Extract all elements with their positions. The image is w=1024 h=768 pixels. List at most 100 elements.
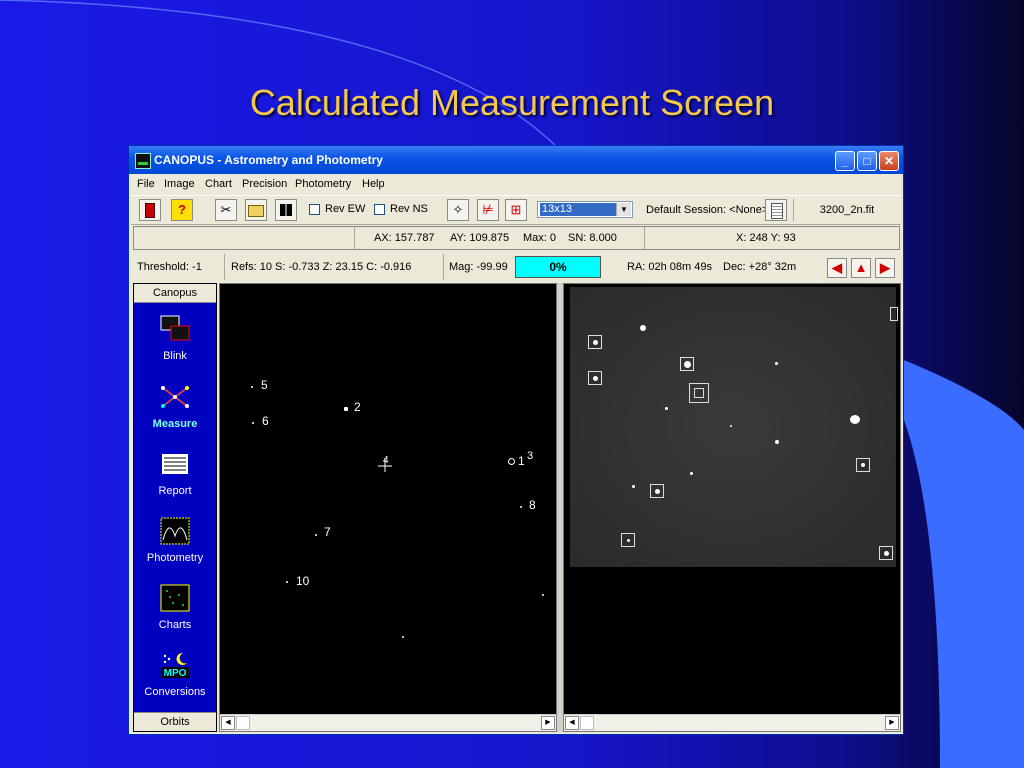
sidebar-footer[interactable]: Orbits [134,712,216,731]
ref-star-box [879,546,893,560]
measure-icon [161,386,189,408]
charts-icon [160,584,190,612]
crosshair-button[interactable]: ✧ [447,199,469,221]
star-label-4: 4 [383,455,389,466]
window-title: CANOPUS - Astrometry and Photometry [154,153,383,167]
menu-help[interactable]: Help [362,178,385,190]
star-label-1: 1 [518,454,525,468]
crosshair-icon: ✧ [452,202,464,217]
ref-star-box [588,335,602,349]
star-point [632,485,635,488]
ref-star-box [680,357,694,371]
open-button[interactable] [245,199,267,221]
rev-ns-checkbox[interactable] [374,204,385,215]
sn-value: SN: 8.000 [568,232,617,244]
sidebar-item-report[interactable]: Report [134,445,216,507]
chart-icon: ⊭ [482,202,494,217]
info-blank [134,227,355,249]
sidebar-item-charts[interactable]: Charts [134,579,216,641]
star-dot [520,506,522,508]
exit-button[interactable] [139,199,161,221]
sidebar-item-conversions[interactable]: MPO Conversions [134,646,216,708]
star-point [730,425,732,427]
measurement-info-bar: AX: 157.787 AY: 109.875 Max: 0 SN: 8.000… [133,226,900,250]
scroll-left-icon[interactable]: ◀ [221,716,235,730]
session-label: Default Session: <None> [646,204,769,216]
sidebar-item-label: Blink [163,350,187,362]
star-label-6: 6 [262,414,269,428]
exit-icon [145,203,155,218]
chart-alt-button[interactable]: ⊞ [505,199,527,221]
star-label-8: 8 [529,498,536,512]
toolbar: ? ✂ Rev EW Rev NS ✧ ⊭ ⊞ 13x13 ▼ Default … [131,195,901,225]
aperture-value: 13x13 [540,203,618,216]
session-button[interactable] [765,199,787,221]
rev-ew-checkbox[interactable] [309,204,320,215]
star-dot [402,636,404,638]
app-window: CANOPUS - Astrometry and Photometry _ □ … [128,145,904,735]
image-pane[interactable]: ◀ ▶ [563,283,901,732]
close-button[interactable]: ✕ [879,151,899,171]
chart-alt-icon: ⊞ [510,202,522,217]
star-point [775,440,779,444]
scroll-thumb[interactable] [580,716,594,730]
star-point [665,407,668,410]
sidebar-item-photometry[interactable]: Photometry [134,512,216,574]
conversions-icon: MPO [161,652,189,679]
menu-photometry[interactable]: Photometry [295,178,351,190]
menu-bar: File Image Chart Precision Photometry He… [129,174,903,194]
star-dot [344,407,348,411]
menu-chart[interactable]: Chart [205,178,232,190]
sidebar-item-label: Measure [152,418,198,430]
mpo-text: MPO [164,668,187,679]
help-button[interactable]: ? [171,199,193,221]
max-value: Max: 0 [523,232,557,244]
maximize-button[interactable]: □ [857,151,877,171]
threshold-value: Threshold: -1 [133,254,225,280]
up-arrow-button[interactable]: ▲ [851,258,871,278]
sidebar-item-blink[interactable]: Blink [134,310,216,372]
menu-image[interactable]: Image [164,178,195,190]
star-point [850,415,860,424]
aperture-select[interactable]: 13x13 ▼ [537,201,633,218]
help-icon: ? [178,202,186,217]
ref-star-box [890,307,898,321]
xy-value: X: 248 Y: 93 [736,232,796,244]
sidebar-header[interactable]: Canopus [134,284,216,303]
scroll-thumb[interactable] [236,716,250,730]
ay-value: AY: 109.875 [450,232,510,244]
progress-indicator: 0% [515,256,601,278]
right-arrow-button[interactable]: ▶ [875,258,895,278]
chart-pane[interactable]: 5 2 6 4 1 3 8 7 10 ◀ ▶ [219,283,557,732]
scroll-right-icon[interactable]: ▶ [541,716,555,730]
status-bar: Threshold: -1 Refs: 10 S: -0.733 Z: 23.1… [133,254,900,280]
sidebar-item-measure[interactable]: Measure [134,378,216,440]
scroll-right-icon[interactable]: ▶ [885,716,899,730]
tools-button[interactable]: ✂ [215,199,237,221]
star-image [570,287,898,567]
chart-hscrollbar[interactable]: ◀ ▶ [220,714,556,731]
title-bar[interactable]: CANOPUS - Astrometry and Photometry _ □ … [129,146,903,174]
star-dot [252,422,254,424]
rev-ns-label: Rev NS [390,203,428,215]
refs-value: Refs: 10 S: -0.733 Z: 23.15 C: -0.916 [231,254,444,280]
menu-precision[interactable]: Precision [242,178,287,190]
arrow-up-icon: ▲ [854,260,868,275]
star-label-5: 5 [261,378,268,392]
info-divider [644,227,646,249]
blink-icon [160,315,190,341]
tools-icon: ✂ [220,202,232,217]
star-label-10: 10 [296,574,310,588]
grid-button[interactable] [275,199,297,221]
chevron-down-icon[interactable]: ▼ [616,203,631,216]
dec-value: Dec: +28° 32m [723,261,797,273]
minimize-button[interactable]: _ [835,151,855,171]
sidebar: Canopus Blink Measure Report Photometry … [133,283,217,732]
image-hscrollbar[interactable]: ◀ ▶ [564,714,900,731]
chart-button[interactable]: ⊭ [477,199,499,221]
scroll-left-icon[interactable]: ◀ [565,716,579,730]
menu-file[interactable]: File [137,178,155,190]
arrow-right-icon: ▶ [880,260,890,275]
left-arrow-button[interactable]: ◀ [827,258,847,278]
target-circle [508,458,515,465]
